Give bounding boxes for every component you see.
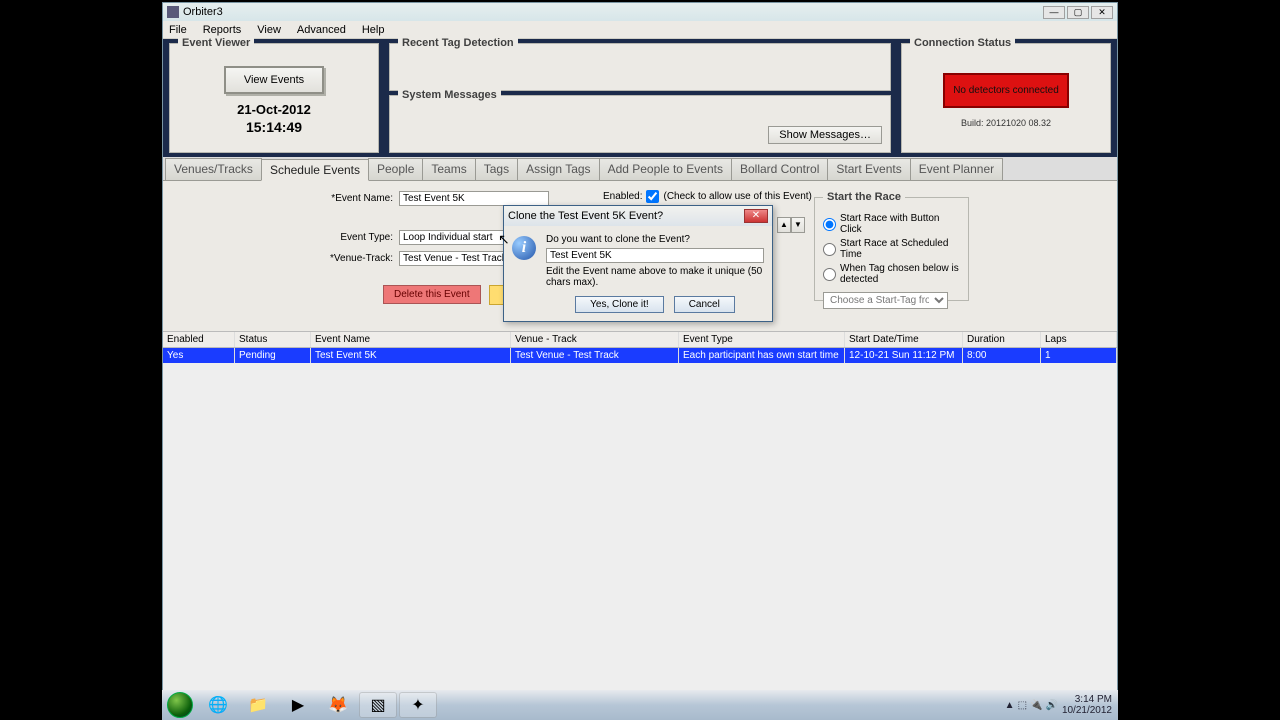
tab-schedule-events[interactable]: Schedule Events [261, 159, 369, 181]
recent-tag-pane: Recent Tag Detection [389, 43, 891, 91]
clone-event-dialog: Clone the Test Event 5K Event? ✕ i Do yo… [503, 205, 773, 322]
system-messages-legend: System Messages [398, 89, 501, 101]
event-name-label: *Event Name: [323, 193, 393, 204]
build-text: Build: 20121020 08.32 [961, 118, 1051, 128]
event-viewer-time: 15:14:49 [246, 119, 302, 135]
col-venue[interactable]: Venue - Track [511, 332, 679, 347]
start-race-pane: Start the Race Start Race with Button Cl… [814, 197, 969, 301]
enabled-label: Enabled: [603, 191, 642, 202]
col-enabled[interactable]: Enabled [163, 332, 235, 347]
minimize-button[interactable]: — [1043, 6, 1065, 19]
tab-add-people-to-events[interactable]: Add People to Events [599, 158, 732, 180]
event-viewer-pane: Event Viewer View Events 21-Oct-2012 15:… [169, 43, 379, 153]
maximize-button[interactable]: ▢ [1067, 6, 1089, 19]
start-race-opt2-label: Start Race at Scheduled Time [840, 238, 960, 260]
start-race-opt3-label: When Tag chosen below is detected [840, 263, 960, 285]
col-event-name[interactable]: Event Name [311, 332, 511, 347]
enabled-checkbox[interactable] [646, 190, 659, 203]
app-icon [167, 6, 179, 18]
enabled-hint: (Check to allow use of this Event) [663, 191, 811, 202]
connection-status-legend: Connection Status [910, 37, 1015, 49]
app-window: Orbiter3 — ▢ ✕ File Reports View Advance… [162, 2, 1118, 700]
taskbar[interactable]: 🌐 📁 ▶ 🦊 ▧ ✦ ▲ ⬚ 🔌 🔊 3:14 PM 10/21/2012 [162, 690, 1118, 720]
start-race-button-radio[interactable] [823, 218, 836, 231]
event-name-input[interactable] [399, 191, 549, 206]
venue-track-select[interactable] [399, 251, 509, 266]
event-viewer-legend: Event Viewer [178, 37, 254, 49]
tray-app-icon[interactable]: ⬚ [1018, 700, 1027, 711]
clone-yes-button[interactable]: Yes, Clone it! [575, 296, 664, 313]
firefox-icon[interactable]: 🦊 [319, 692, 357, 718]
start-race-legend: Start the Race [823, 191, 905, 203]
start-button[interactable] [162, 690, 198, 720]
col-duration[interactable]: Duration [963, 332, 1041, 347]
dialog-question: Do you want to clone the Event? [546, 234, 764, 245]
col-status[interactable]: Status [235, 332, 311, 347]
close-button[interactable]: ✕ [1091, 6, 1113, 19]
connection-status-pane: Connection Status No detectors connected… [901, 43, 1111, 153]
spin-down-icon[interactable]: ▼ [791, 217, 805, 233]
taskbar-app1[interactable]: ▧ [359, 692, 397, 718]
tab-venues-tracks[interactable]: Venues/Tracks [165, 158, 262, 180]
show-messages-button[interactable]: Show Messages… [768, 126, 882, 144]
recent-tag-legend: Recent Tag Detection [398, 37, 518, 49]
media-player-icon[interactable]: ▶ [279, 692, 317, 718]
tab-teams[interactable]: Teams [422, 158, 475, 180]
tab-bollard-control[interactable]: Bollard Control [731, 158, 828, 180]
spin-up-icon[interactable]: ▲ [777, 217, 791, 233]
start-race-tag-radio[interactable] [823, 268, 836, 281]
dialog-title: Clone the Test Event 5K Event? [508, 210, 663, 222]
menu-reports[interactable]: Reports [199, 24, 246, 36]
ie-icon[interactable]: 🌐 [199, 692, 237, 718]
delete-event-button[interactable]: Delete this Event [383, 285, 481, 304]
view-events-button[interactable]: View Events [224, 66, 324, 94]
col-event-type[interactable]: Event Type [679, 332, 845, 347]
start-race-scheduled-radio[interactable] [823, 243, 836, 256]
col-laps[interactable]: Laps [1041, 332, 1117, 347]
events-grid-empty [163, 363, 1117, 699]
start-race-opt1-label: Start Race with Button Click [840, 213, 960, 235]
events-grid-header: Enabled Status Event Name Venue - Track … [163, 331, 1117, 348]
venue-track-label: *Venue-Track: [323, 253, 393, 264]
tray-clock[interactable]: 3:14 PM 10/21/2012 [1062, 694, 1112, 716]
tab-people[interactable]: People [368, 158, 423, 180]
tab-start-events[interactable]: Start Events [827, 158, 910, 180]
col-start[interactable]: Start Date/Time [845, 332, 963, 347]
taskbar-app2[interactable]: ✦ [399, 692, 437, 718]
tab-tags[interactable]: Tags [475, 158, 518, 180]
tray-flag-icon[interactable]: ▲ [1005, 700, 1015, 711]
menu-help[interactable]: Help [358, 24, 389, 36]
menu-file[interactable]: File [165, 24, 191, 36]
tray-network-icon[interactable]: 🔌 [1030, 700, 1042, 711]
tray-volume-icon[interactable]: 🔊 [1045, 700, 1057, 711]
titlebar[interactable]: Orbiter3 — ▢ ✕ [163, 3, 1117, 21]
app-title: Orbiter3 [183, 6, 223, 18]
dialog-close-button[interactable]: ✕ [744, 209, 768, 223]
clone-cancel-button[interactable]: Cancel [674, 296, 735, 313]
no-detectors-badge: No detectors connected [943, 73, 1069, 108]
system-messages-pane: System Messages Show Messages… [389, 95, 891, 153]
explorer-icon[interactable]: 📁 [239, 692, 277, 718]
menu-advanced[interactable]: Advanced [293, 24, 350, 36]
tab-assign-tags[interactable]: Assign Tags [517, 158, 599, 180]
start-tag-select[interactable]: Choose a Start-Tag from this List [823, 292, 948, 309]
tab-event-planner[interactable]: Event Planner [910, 158, 1003, 180]
dialog-titlebar[interactable]: Clone the Test Event 5K Event? ✕ [504, 206, 772, 226]
dialog-hint: Edit the Event name above to make it uni… [546, 266, 764, 288]
event-viewer-date: 21-Oct-2012 [237, 102, 311, 117]
menu-view[interactable]: View [253, 24, 285, 36]
clone-name-input[interactable] [546, 248, 764, 263]
event-type-label: Event Type: [323, 232, 393, 243]
events-grid-row[interactable]: Yes Pending Test Event 5K Test Venue - T… [163, 348, 1117, 363]
event-type-select[interactable] [399, 230, 509, 245]
info-icon: i [512, 236, 536, 260]
top-panes: Event Viewer View Events 21-Oct-2012 15:… [163, 39, 1117, 157]
tabstrip: Venues/TracksSchedule EventsPeopleTeamsT… [163, 157, 1117, 181]
